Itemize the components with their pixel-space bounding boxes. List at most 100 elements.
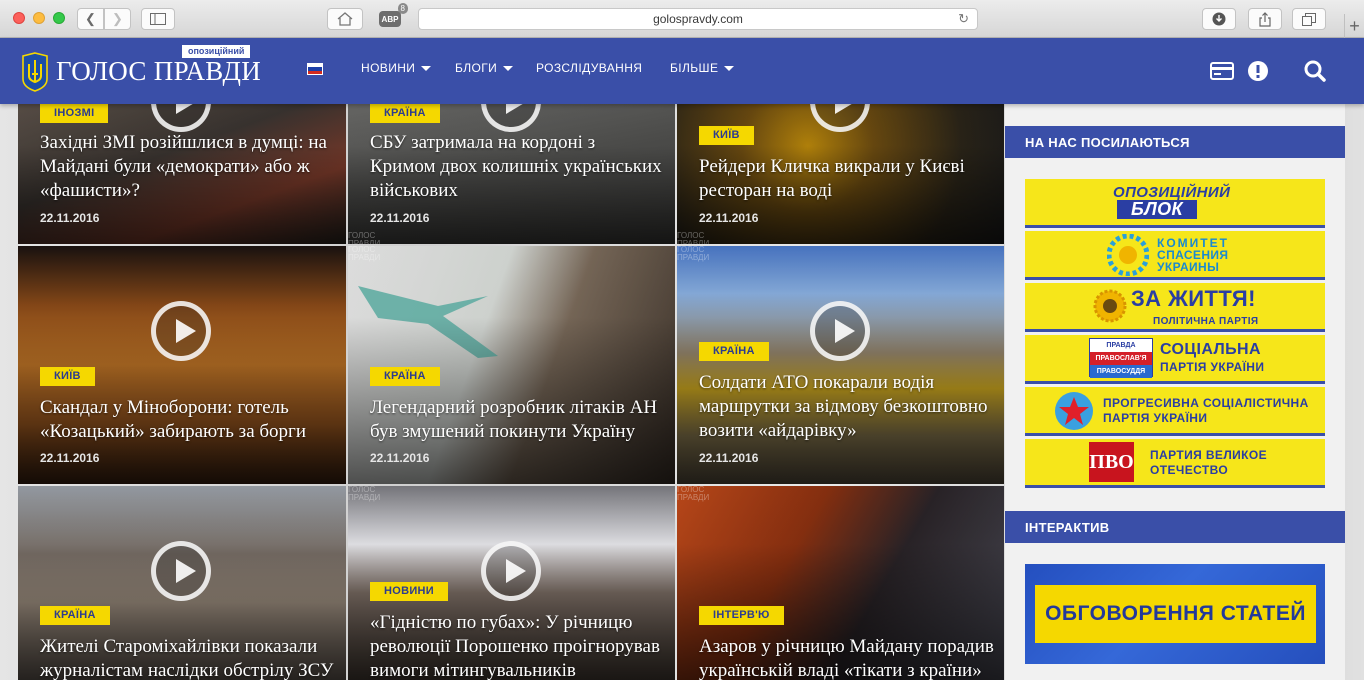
play-icon[interactable]	[481, 541, 541, 601]
minimize-window-button[interactable]	[33, 12, 45, 24]
article-title[interactable]: Легендарний розробник літаків АН був зму…	[370, 396, 670, 444]
main-content: ІНОЗМІ Західні ЗМІ розійшлися в думці: н…	[0, 104, 1364, 680]
partner-line: ОПОЗИЦІЙНИЙ	[1113, 184, 1231, 201]
trident-icon	[22, 52, 48, 92]
article-date: 22.11.2016	[699, 211, 759, 225]
adblock-icon: ABP	[379, 11, 401, 27]
watermark: ГОЛОС ПРАВДИ	[348, 486, 380, 502]
watermark-line: ПРАВДИ	[348, 253, 381, 262]
watermark: ГОЛОС ПРАВДИ	[348, 246, 380, 262]
article-title[interactable]: Азаров у річницю Майдану порадив українс…	[699, 635, 999, 680]
watermark: ГОЛОС ПРАВДИ	[677, 246, 709, 262]
site-logo[interactable]: опозиційний ГОЛОС ПРАВДИ	[18, 44, 268, 100]
article-title[interactable]: Жителі Староміхайлівки показали журналіс…	[40, 635, 340, 680]
category-tag[interactable]: КРАЇНА	[370, 367, 440, 386]
partner-banner-social-party[interactable]: ПРАВДА ПРАВОСЛАВ'Я ПРАВОСУДДЯ СОЦІАЛЬНА …	[1025, 335, 1325, 384]
share-button[interactable]	[1248, 8, 1282, 30]
sunflower-icon	[1107, 234, 1149, 276]
article-card[interactable]: ІНТЕРВ'Ю Азаров у річницю Майдану поради…	[677, 486, 1004, 680]
download-icon	[1212, 12, 1226, 26]
article-grid: ІНОЗМІ Західні ЗМІ розійшлися в думці: н…	[18, 104, 1005, 680]
article-date: 22.11.2016	[40, 451, 100, 465]
category-tag[interactable]: КРАЇНА	[699, 342, 769, 361]
category-tag[interactable]: КИЇВ	[699, 126, 754, 145]
site-header: опозиційний ГОЛОС ПРАВДИ НОВИНИ БЛОГИ РО…	[0, 38, 1364, 104]
sidebar-toggle-button[interactable]	[141, 8, 175, 30]
tabs-icon	[1302, 12, 1316, 26]
category-tag[interactable]: КРАЇНА	[40, 606, 110, 625]
play-icon[interactable]	[151, 301, 211, 361]
partner-banner-za-zhyttia[interactable]: ЗА ЖИТТЯ! ПОЛІТИЧНА ПАРТІЯ	[1025, 283, 1325, 332]
article-card[interactable]: КРАЇНА Жителі Староміхайлівки показали ж…	[18, 486, 346, 680]
partner-line: УКРАИНЫ	[1157, 260, 1220, 274]
alert-icon[interactable]	[1246, 60, 1270, 82]
forward-button[interactable]: ❯	[104, 8, 131, 30]
sidebar-icon	[150, 13, 166, 25]
play-icon[interactable]	[810, 301, 870, 361]
chevron-left-icon: ❮	[85, 11, 96, 26]
category-tag[interactable]: НОВИНИ	[370, 582, 449, 601]
article-title[interactable]: Солдати АТО покарали водія маршрутки за …	[699, 371, 999, 443]
downloads-button[interactable]	[1202, 8, 1236, 30]
logo-line: ПРАВДА	[1090, 339, 1152, 352]
article-card[interactable]: КРАЇНА Солдати АТО покарали водія маршру…	[677, 246, 1004, 484]
category-tag[interactable]: ІНОЗМІ	[40, 104, 109, 123]
address-bar[interactable]: golospravdy.com ↻	[418, 8, 978, 30]
category-tag[interactable]: КИЇВ	[40, 367, 95, 386]
article-card[interactable]: ІНОЗМІ Західні ЗМІ розійшлися в думці: н…	[18, 104, 346, 244]
article-card[interactable]: КИЇВ Скандал у Міноборони: готель «Козац…	[18, 246, 346, 484]
home-button[interactable]	[327, 8, 363, 30]
back-button[interactable]: ❮	[77, 8, 104, 30]
partner-banner-opposition-bloc[interactable]: ОПОЗИЦІЙНИЙ БЛОК	[1025, 179, 1325, 228]
article-date: 22.11.2016	[699, 451, 759, 465]
play-icon[interactable]	[151, 541, 211, 601]
article-card[interactable]: КРАЇНА Легендарний розробник літаків АН …	[348, 246, 675, 484]
watermark-line: ПРАВДИ	[677, 493, 710, 502]
nav-investigations[interactable]: РОЗСЛІДУВАННЯ	[536, 61, 642, 75]
article-title[interactable]: Західні ЗМІ розійшлися в думці: на Майда…	[40, 131, 340, 203]
article-card[interactable]: КИЇВ Рейдери Кличка викрали у Києві рест…	[677, 104, 1004, 244]
partner-banner-progressive-socialist[interactable]: ПРОГРЕСИВНА СОЦІАЛІСТИЧНА ПАРТІЯ УКРАЇНИ	[1025, 387, 1325, 436]
partner-banner-salvation-committee[interactable]: КОМИТЕТ СПАСЕНИЯ УКРАИНЫ	[1025, 231, 1325, 280]
caret-down-icon	[421, 66, 432, 72]
nav-blogs-label: БЛОГИ	[455, 61, 498, 75]
new-tab-button[interactable]: +	[1344, 14, 1364, 38]
logo-line: ПРАВОСУДДЯ	[1090, 365, 1152, 378]
watermark-line: ПРАВДИ	[348, 239, 381, 245]
article-title[interactable]: СБУ затримала на кордоні з Кримом двох к…	[370, 131, 665, 203]
nav-more[interactable]: БІЛЬШЕ	[670, 61, 735, 75]
links-heading: НА НАС ПОСИЛАЮТЬСЯ	[1005, 126, 1345, 158]
nav-news-label: НОВИНИ	[361, 61, 416, 75]
home-icon	[337, 12, 353, 26]
partner-line: ЗА ЖИТТЯ!	[1131, 286, 1256, 311]
watermark: ГОЛОС ПРАВДИ	[348, 232, 381, 245]
article-title[interactable]: «Гідністю по губах»: У річницю революції…	[370, 611, 670, 680]
language-flag-ru[interactable]	[307, 63, 323, 75]
logo-title: ГОЛОС ПРАВДИ	[56, 56, 262, 86]
watermark-line: ПРАВДИ	[677, 239, 710, 245]
discussions-banner[interactable]: ОБГОВОРЕННЯ СТАТЕЙ	[1025, 564, 1325, 664]
article-card[interactable]: КРАЇНА СБУ затримала на кордоні з Кримом…	[348, 104, 675, 244]
caret-down-icon	[503, 66, 514, 72]
article-title[interactable]: Скандал у Міноборони: готель «Козацький»…	[40, 396, 340, 444]
partner-logo: ПВО	[1089, 442, 1134, 482]
zoom-window-button[interactable]	[53, 12, 65, 24]
category-tag[interactable]: КРАЇНА	[370, 104, 440, 123]
nav-investigations-label: РОЗСЛІДУВАННЯ	[536, 61, 643, 75]
tab-overview-button[interactable]	[1292, 8, 1326, 30]
caret-down-icon	[724, 66, 735, 72]
partner-banner-great-fatherland[interactable]: ПВО ПАРТИЯ ВЕЛИКОЕ ОТЕЧЕСТВО	[1025, 439, 1325, 488]
reload-icon[interactable]: ↻	[958, 11, 969, 27]
credit-card-icon[interactable]	[1210, 60, 1234, 82]
logo-line: ПРАВОСЛАВ'Я	[1090, 352, 1152, 365]
watermark: ГОЛОС ПРАВДИ	[677, 486, 709, 502]
category-tag[interactable]: ІНТЕРВ'Ю	[699, 606, 784, 625]
close-window-button[interactable]	[13, 12, 25, 24]
article-card[interactable]: НОВИНИ «Гідністю по губах»: У річницю ре…	[348, 486, 675, 680]
article-title[interactable]: Рейдери Кличка викрали у Києві ресторан …	[699, 155, 994, 203]
adblock-button[interactable]: ABP 8	[370, 3, 410, 30]
search-icon[interactable]	[1303, 60, 1327, 82]
nav-news[interactable]: НОВИНИ	[361, 61, 432, 75]
partner-line: ПАРТИЯ ВЕЛИКОЕ	[1150, 448, 1268, 462]
nav-blogs[interactable]: БЛОГИ	[455, 61, 514, 75]
